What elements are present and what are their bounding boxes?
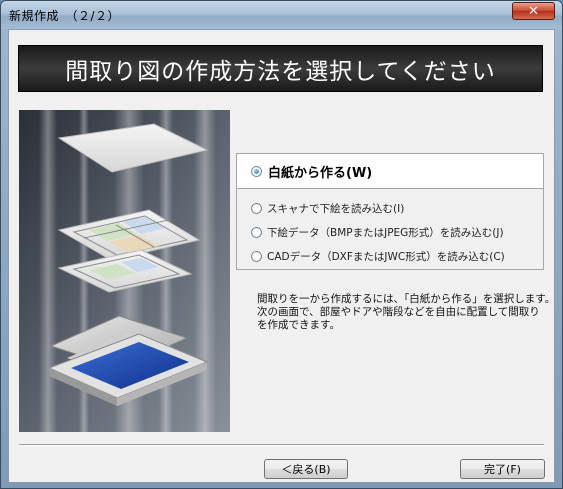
footer-divider <box>19 444 544 446</box>
close-icon: ✕ <box>528 3 539 19</box>
radio-image[interactable] <box>251 226 262 238</box>
radio-cad[interactable] <box>251 250 262 262</box>
back-button[interactable]: ＜戻る(B) <box>264 459 348 479</box>
option-image[interactable]: 下絵データ（BMPまたはJPEG形式）を読み込む(J) <box>251 223 504 241</box>
creation-method-group: 白紙から作る(W) スキャナで下絵を読み込む(I) 下絵データ（BMPまたはJP… <box>236 153 544 270</box>
window-title: 新規作成 （２/２） <box>9 9 121 23</box>
description-line: 次の画面で、部屋やドアや階段などを自由に配置して間取り <box>257 306 540 318</box>
option-scanner-label: スキャナで下絵を読み込む(I) <box>267 202 405 215</box>
radio-scanner[interactable] <box>251 202 262 214</box>
illustration-image <box>19 110 230 432</box>
option-image-label: 下絵データ（BMPまたはJPEG形式）を読み込む(J) <box>267 226 504 239</box>
radio-blank[interactable] <box>251 165 262 177</box>
finish-button[interactable]: 完了(F) <box>460 459 545 479</box>
close-button[interactable]: ✕ <box>512 2 555 20</box>
header-banner: 間取り図の作成方法を選択してください <box>18 45 543 92</box>
description-line: を作成できます。 <box>257 319 340 331</box>
option-cad[interactable]: CADデータ（DXFまたはJWC形式）を読み込む(C) <box>251 247 505 265</box>
scanner-floorplan-illustration <box>19 110 230 432</box>
option-blank[interactable]: 白紙から作る(W) <box>237 154 543 189</box>
title-bar[interactable]: 新規作成 （２/２） ✕ <box>1 1 562 29</box>
option-blank-label: 白紙から作る(W) <box>268 165 373 181</box>
description-text: 間取りを一から作成するには、「白紙から作る」を選択します。 次の画面で、部屋やド… <box>257 293 556 332</box>
dialog-content: 間取り図の作成方法を選択してください 白紙から作る(W) スキャナで下絵を読み込… <box>8 29 555 483</box>
option-scanner[interactable]: スキャナで下絵を読み込む(I) <box>251 199 404 217</box>
option-cad-label: CADデータ（DXFまたはJWC形式）を読み込む(C) <box>267 250 505 263</box>
dialog-window: 新規作成 （２/２） ✕ 間取り図の作成方法を選択してください 白紙から作る(W… <box>0 0 563 489</box>
page-title: 間取り図の作成方法を選択してください <box>65 58 496 85</box>
description-line: 間取りを一から作成するには、「白紙から作る」を選択します。 <box>257 293 556 305</box>
